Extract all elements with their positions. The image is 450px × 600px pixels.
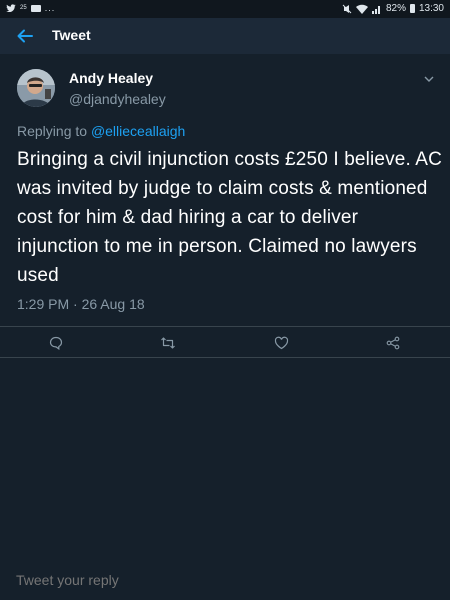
speech-bubble-icon	[49, 336, 63, 350]
share-button[interactable]	[384, 334, 402, 352]
reply-input[interactable]	[16, 572, 436, 588]
chevron-down-icon	[424, 76, 434, 82]
profile-photo	[17, 69, 55, 107]
back-button[interactable]	[12, 24, 38, 48]
retweet-button[interactable]	[159, 334, 177, 352]
mention-link[interactable]: @ellieceallaigh	[91, 123, 185, 139]
wifi-icon	[355, 4, 368, 14]
tweet-text: Bringing a civil injunction costs £250 I…	[17, 149, 442, 286]
clock: 13:30	[418, 3, 444, 14]
like-button[interactable]	[272, 334, 290, 352]
twitter-bird-icon	[6, 3, 16, 12]
signal-icon	[371, 5, 380, 14]
app-bar: Tweet	[0, 18, 450, 54]
retweet-icon	[161, 337, 175, 349]
tweet-menu-button[interactable]	[422, 72, 436, 84]
avatar[interactable]	[17, 69, 55, 107]
replying-to: Replying to @ellieceallaigh	[17, 123, 185, 139]
mute-icon	[342, 4, 352, 13]
battery-percent: 82%	[385, 3, 406, 14]
tweet-actions	[0, 330, 450, 356]
divider	[0, 357, 450, 358]
divider	[0, 326, 450, 327]
notification-badge: 25	[20, 5, 27, 11]
battery-icon	[409, 4, 415, 13]
more-notifications: ...	[44, 3, 56, 13]
back-arrow-icon	[17, 29, 33, 43]
replying-to-label: Replying to	[17, 123, 88, 139]
heart-icon	[274, 336, 288, 350]
page-title: Tweet	[52, 27, 91, 43]
author-handle[interactable]: @djandyhealey	[69, 91, 166, 107]
reply-bar	[0, 562, 450, 600]
author-name[interactable]: Andy Healey	[69, 70, 153, 86]
status-bar: 25 ... 82% 13:30	[0, 0, 450, 18]
reply-button[interactable]	[47, 334, 65, 352]
tweet-timestamp: 1:29 PM · 26 Aug 18	[17, 296, 145, 312]
share-icon	[386, 336, 400, 350]
gallery-icon	[30, 4, 41, 12]
